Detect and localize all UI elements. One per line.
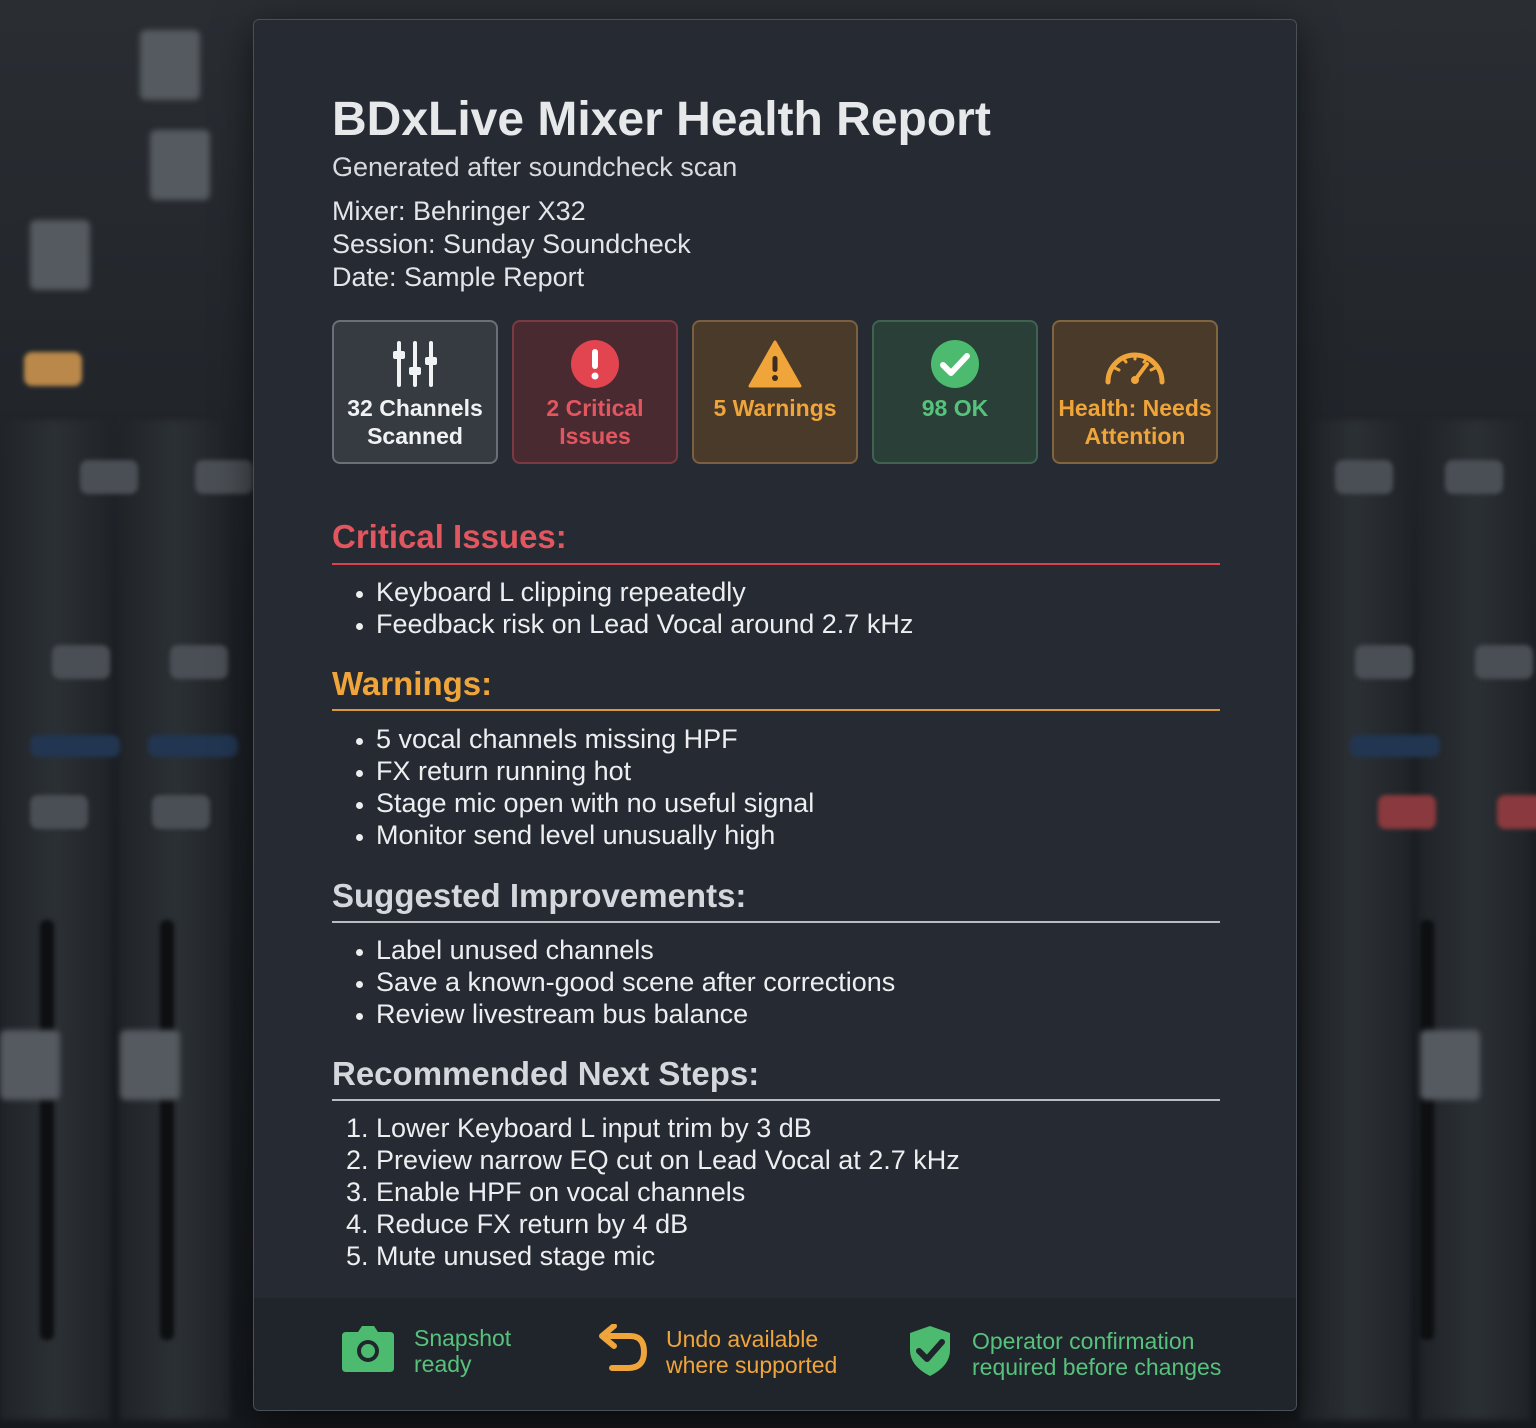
channel-button — [80, 460, 138, 494]
sliders-icon — [390, 338, 440, 390]
next-steps-heading: Recommended Next Steps: — [332, 1055, 760, 1092]
channel-button — [170, 645, 228, 679]
next-steps-divider — [332, 1099, 1220, 1101]
warnings-divider — [332, 709, 1220, 711]
channel-strip — [0, 420, 110, 1420]
card-label: 5 Warnings — [713, 395, 837, 421]
list-item: Reduce FX return by 4 dB — [376, 1208, 960, 1240]
improvements-divider — [332, 921, 1220, 923]
channel-label — [30, 735, 120, 757]
list-item: Save a known-good scene after correction… — [376, 966, 895, 998]
channel-button — [152, 795, 210, 829]
summary-cards: 32 Channels Scanned 2 Critical Issues 5 … — [332, 320, 1220, 466]
channel-label — [1350, 735, 1440, 757]
health-report-panel: BDxLive Mixer Health Report Generated af… — [253, 19, 1297, 1411]
knob — [30, 220, 90, 290]
warnings-list: 5 vocal channels missing HPF FX return r… — [332, 723, 814, 851]
undo-text: Undo available where supported — [666, 1325, 838, 1378]
gauge-icon — [1103, 338, 1167, 390]
channel-button — [24, 352, 82, 386]
critical-divider — [332, 563, 1220, 565]
fader-track — [40, 920, 54, 1340]
critical-issues-card[interactable]: 2 Critical Issues — [512, 320, 678, 464]
shield-check-icon — [906, 1324, 954, 1383]
confirmation-status[interactable]: Operator confirmation required before cha… — [906, 1324, 1221, 1383]
undo-status[interactable]: Undo available where supported — [596, 1323, 838, 1379]
card-label: 2 Critical Issues — [546, 395, 644, 449]
list-item: Monitor send level unusually high — [376, 819, 814, 851]
health-status-card[interactable]: Health: Needs Attention — [1052, 320, 1218, 464]
fader-track — [160, 920, 174, 1340]
mixer-model: Mixer: Behringer X32 — [332, 196, 586, 226]
list-item: Keyboard L clipping repeatedly — [376, 576, 913, 608]
list-item: Stage mic open with no useful signal — [376, 787, 814, 819]
fader-track — [1420, 920, 1434, 1340]
channels-scanned-card[interactable]: 32 Channels Scanned — [332, 320, 498, 464]
knob — [140, 30, 200, 100]
list-item: Enable HPF on vocal channels — [376, 1176, 960, 1208]
list-item: Review livestream bus balance — [376, 998, 895, 1030]
channel-button — [1355, 645, 1413, 679]
warnings-heading: Warnings: — [332, 665, 493, 702]
channel-strip — [1300, 420, 1410, 1420]
list-item: Preview narrow EQ cut on Lead Vocal at 2… — [376, 1144, 960, 1176]
channel-strip — [120, 420, 230, 1420]
list-item: Mute unused stage mic — [376, 1240, 960, 1272]
fader-cap — [120, 1030, 180, 1100]
knob — [150, 130, 210, 200]
session-name: Session: Sunday Soundcheck — [332, 229, 691, 259]
warnings-card[interactable]: 5 Warnings — [692, 320, 858, 464]
channel-button — [1475, 645, 1533, 679]
report-meta: Mixer: Behringer X32 Session: Sunday Sou… — [332, 195, 691, 294]
list-item: FX return running hot — [376, 755, 814, 787]
channel-button — [1445, 460, 1503, 494]
report-title: BDxLive Mixer Health Report — [332, 93, 991, 146]
channel-label — [148, 735, 238, 757]
snapshot-text: Snapshot ready — [414, 1324, 512, 1377]
channel-button — [52, 645, 110, 679]
ok-card[interactable]: 98 OK — [872, 320, 1038, 464]
channel-button — [195, 460, 253, 494]
list-item: Label unused channels — [376, 934, 895, 966]
channel-button — [30, 795, 88, 829]
warning-icon — [748, 338, 802, 390]
list-item: 5 vocal channels missing HPF — [376, 723, 814, 755]
improvements-list: Label unused channels Save a known-good … — [332, 934, 895, 1030]
report-date: Date: Sample Report — [332, 262, 585, 292]
channel-strip — [1420, 420, 1530, 1420]
critical-issues-heading: Critical Issues: — [332, 518, 567, 555]
card-label: 98 OK — [921, 395, 989, 421]
fader-cap — [1420, 1030, 1480, 1100]
list-item: Lower Keyboard L input trim by 3 dB — [376, 1112, 960, 1144]
undo-icon — [596, 1323, 648, 1379]
check-circle-icon — [930, 338, 980, 390]
channel-button — [1378, 795, 1436, 829]
card-label: 32 Channels Scanned — [347, 395, 483, 449]
camera-icon — [340, 1324, 396, 1377]
list-item: Feedback risk on Lead Vocal around 2.7 k… — [376, 608, 913, 640]
channel-button — [1335, 460, 1393, 494]
improvements-heading: Suggested Improvements: — [332, 877, 747, 914]
snapshot-status[interactable]: Snapshot ready — [340, 1324, 511, 1377]
critical-issues-list: Keyboard L clipping repeatedly Feedback … — [332, 576, 913, 640]
report-footer: Snapshot ready Undo available where suppor… — [254, 1298, 1296, 1410]
error-icon — [570, 338, 620, 390]
card-label: Health: Needs Attention — [1058, 395, 1212, 449]
fader-cap — [0, 1030, 60, 1100]
next-steps-list: Lower Keyboard L input trim by 3 dB Prev… — [332, 1112, 960, 1272]
channel-button — [1497, 795, 1536, 829]
confirmation-text: Operator confirmation required before cha… — [972, 1327, 1222, 1380]
report-subtitle: Generated after soundcheck scan — [332, 152, 738, 182]
